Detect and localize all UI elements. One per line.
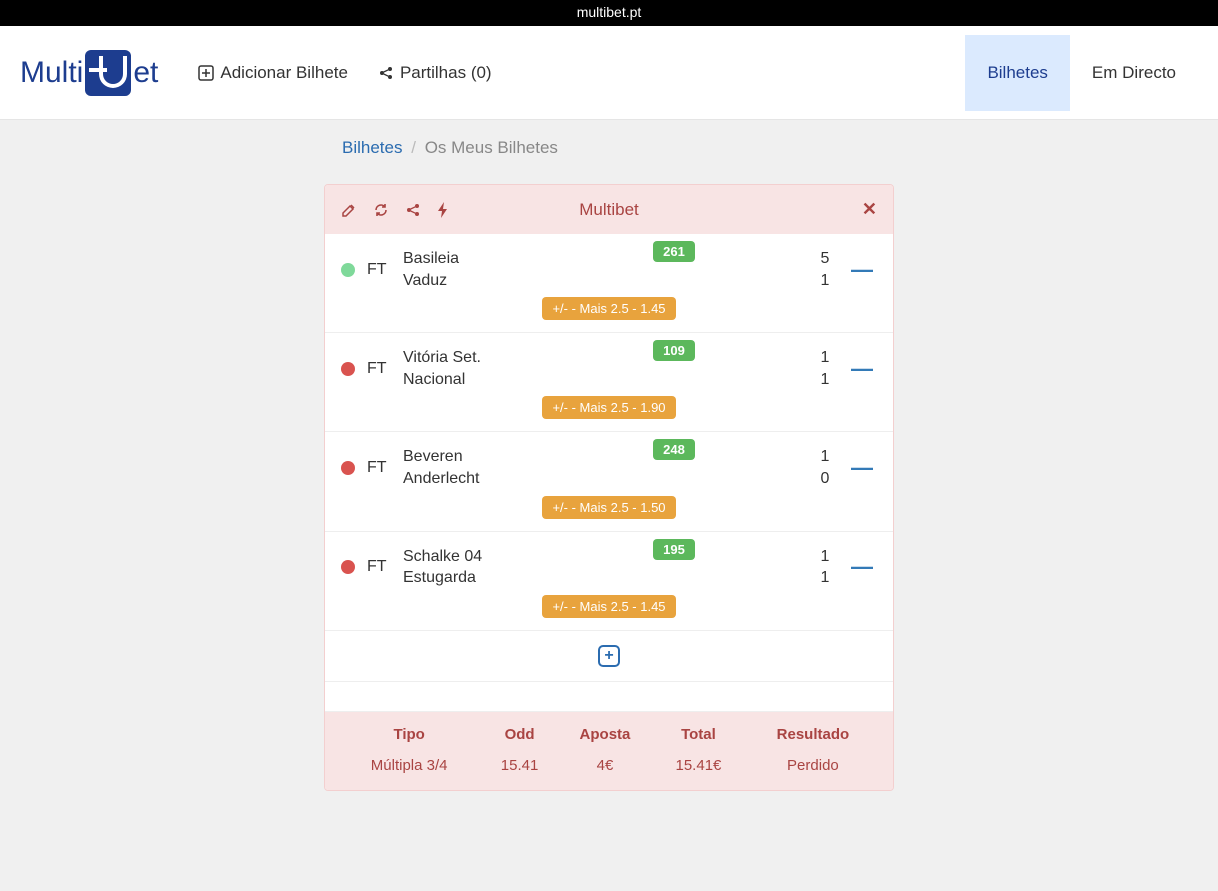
plus-square-icon	[198, 65, 214, 81]
away-team: Estugarda	[403, 567, 533, 589]
td-result: Perdido	[743, 757, 883, 774]
remove-bet-icon[interactable]: —	[847, 554, 877, 580]
score-home: 1	[815, 446, 835, 468]
score-away: 1	[815, 369, 835, 391]
tab-em-directo[interactable]: Em Directo	[1070, 35, 1198, 111]
ft-label: FT	[367, 558, 391, 576]
bet-row: FT Vitória Set. Nacional 109 1 1 — +/- -…	[325, 333, 893, 432]
market-badge: +/- - Mais 2.5 - 1.50	[542, 496, 675, 519]
away-team: Anderlecht	[403, 468, 533, 490]
ft-label: FT	[367, 459, 391, 477]
add-ticket-label: Adicionar Bilhete	[220, 63, 348, 83]
market-badge: +/- - Mais 2.5 - 1.45	[542, 297, 675, 320]
top-nav: Multi et Adicionar Bilhete Partilhas (0)…	[0, 26, 1218, 120]
market-badge: +/- - Mais 2.5 - 1.90	[542, 396, 675, 419]
score-away: 1	[815, 567, 835, 589]
bet-row: FT Basileia Vaduz 261 5 1 — +/- - Mais 2…	[325, 234, 893, 333]
logo[interactable]: Multi et	[20, 50, 158, 96]
status-dot	[341, 560, 355, 574]
add-bet-button[interactable]: +	[598, 645, 620, 667]
ft-label: FT	[367, 360, 391, 378]
ft-label: FT	[367, 261, 391, 279]
code-badge: 261	[653, 241, 695, 262]
th-total: Total	[654, 726, 743, 757]
th-stake: Aposta	[556, 726, 654, 757]
home-team: Beveren	[403, 446, 533, 468]
breadcrumb-current: Os Meus Bilhetes	[425, 138, 558, 157]
score-home: 1	[815, 546, 835, 568]
remove-bet-icon[interactable]: —	[847, 257, 877, 283]
summary: Tipo Odd Aposta Total Resultado Múltipla…	[325, 712, 893, 790]
add-ticket-link[interactable]: Adicionar Bilhete	[198, 63, 348, 83]
home-team: Vitória Set.	[403, 347, 533, 369]
td-type: Múltipla 3/4	[335, 757, 483, 774]
td-stake: 4€	[556, 757, 654, 774]
home-team: Schalke 04	[403, 546, 533, 568]
td-odd: 15.41	[483, 757, 556, 774]
th-result: Resultado	[743, 726, 883, 757]
th-type: Tipo	[335, 726, 483, 757]
logo-text-2: et	[133, 56, 158, 90]
refresh-icon[interactable]	[373, 202, 389, 218]
shares-link[interactable]: Partilhas (0)	[378, 63, 492, 83]
ticket-card: Multibet ✕ FT Basileia Vaduz 261 5 1 — +…	[324, 184, 894, 791]
status-dot	[341, 362, 355, 376]
status-dot	[341, 263, 355, 277]
code-badge: 109	[653, 340, 695, 361]
breadcrumb-root[interactable]: Bilhetes	[342, 138, 402, 157]
market-badge: +/- - Mais 2.5 - 1.45	[542, 595, 675, 618]
score-home: 1	[815, 347, 835, 369]
bet-row: FT Beveren Anderlecht 248 1 0 — +/- - Ma…	[325, 432, 893, 531]
share-icon-small[interactable]	[405, 202, 421, 218]
bet-row: FT Schalke 04 Estugarda 195 1 1 — +/- - …	[325, 532, 893, 631]
ticket-header: Multibet ✕	[325, 185, 893, 234]
away-team: Nacional	[403, 369, 533, 391]
remove-bet-icon[interactable]: —	[847, 356, 877, 382]
breadcrumb-sep: /	[411, 138, 416, 157]
logo-text-1: Multi	[20, 56, 83, 90]
home-team: Basileia	[403, 248, 533, 270]
code-badge: 195	[653, 539, 695, 560]
add-bet-row: +	[325, 631, 893, 682]
remove-bet-icon[interactable]: —	[847, 455, 877, 481]
bolt-icon[interactable]	[437, 202, 449, 218]
share-icon	[378, 65, 394, 81]
away-team: Vaduz	[403, 270, 533, 292]
logo-icon	[85, 50, 131, 96]
tab-bilhetes[interactable]: Bilhetes	[965, 35, 1069, 111]
close-icon[interactable]: ✕	[862, 199, 877, 220]
shares-label: Partilhas (0)	[400, 63, 492, 83]
edit-icon[interactable]	[341, 202, 357, 218]
score-home: 5	[815, 248, 835, 270]
score-away: 0	[815, 468, 835, 490]
spacer	[325, 682, 893, 712]
th-odd: Odd	[483, 726, 556, 757]
breadcrumb: Bilhetes / Os Meus Bilhetes	[324, 138, 894, 158]
status-dot	[341, 461, 355, 475]
score-away: 1	[815, 270, 835, 292]
url-bar: multibet.pt	[0, 0, 1218, 26]
code-badge: 248	[653, 439, 695, 460]
td-total: 15.41€	[654, 757, 743, 774]
